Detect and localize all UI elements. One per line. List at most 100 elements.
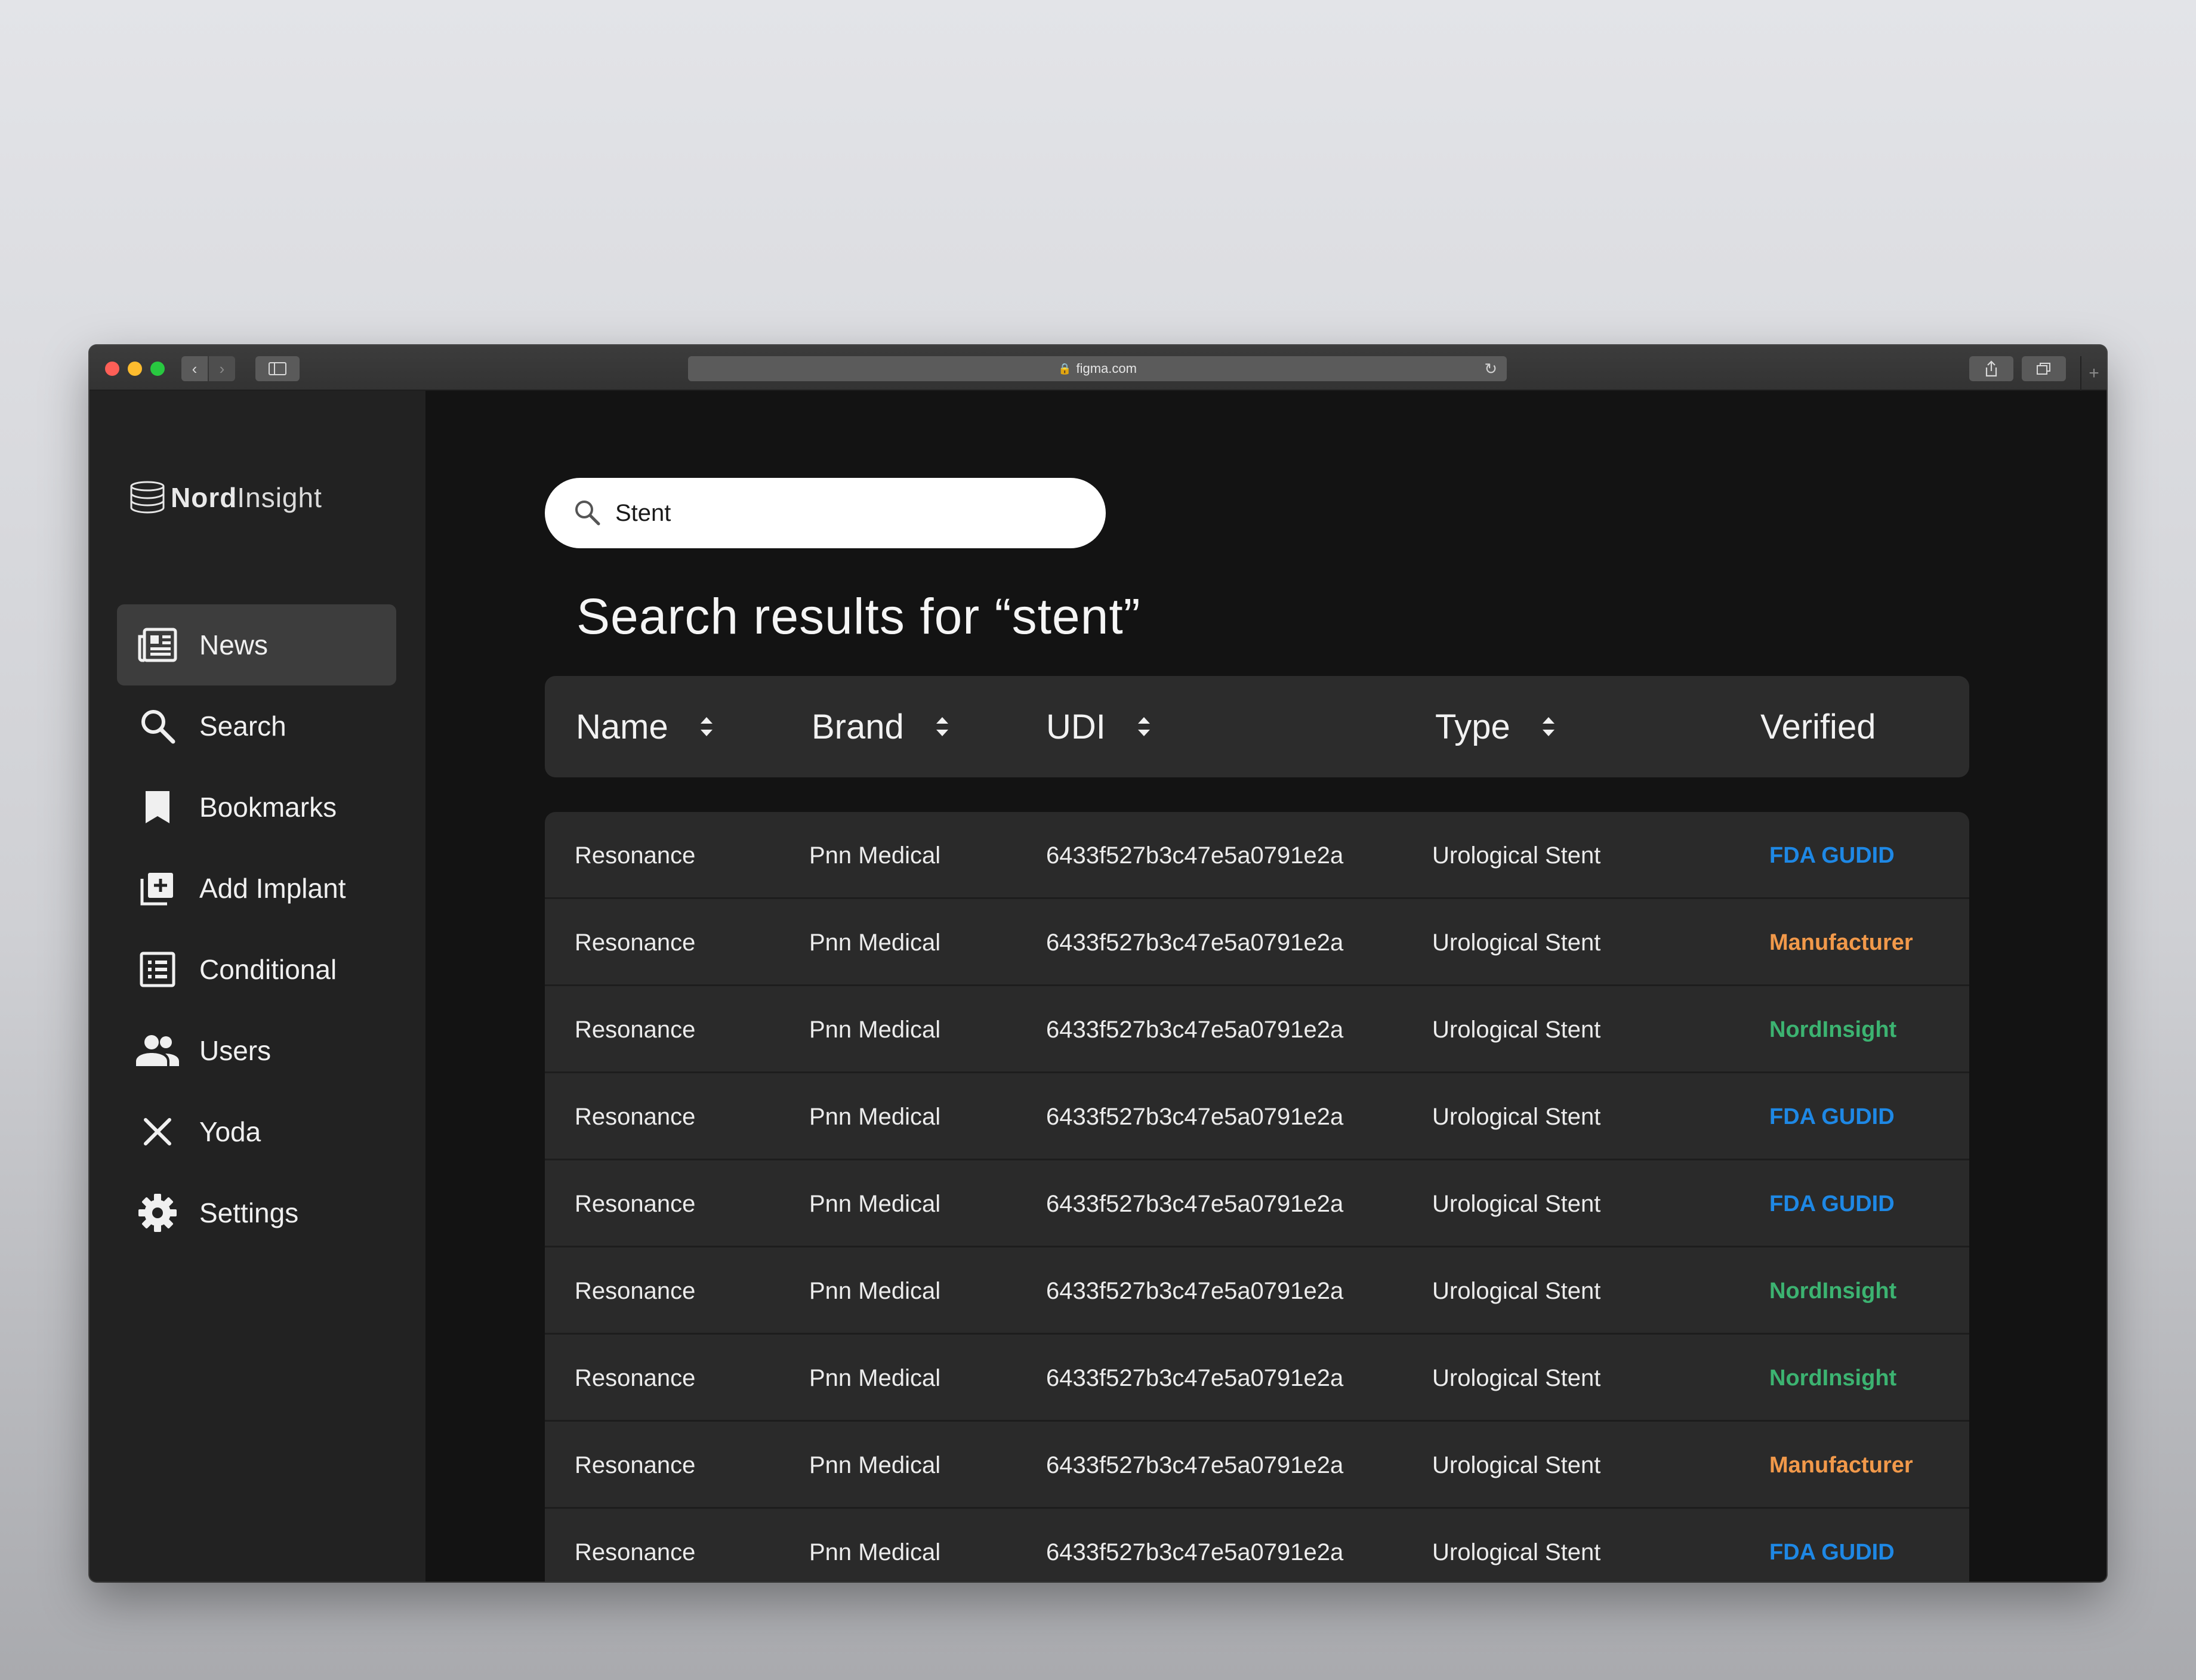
cell-verified: Manufacturer	[1769, 1452, 1913, 1478]
cell-name: Resonance	[575, 1277, 696, 1304]
cell-brand: Pnn Medical	[809, 1190, 941, 1217]
column-header-name[interactable]: Name	[576, 676, 714, 777]
sidebar-item-label: Bookmarks	[199, 792, 337, 823]
sidebar: Nord Insight News Search Bookmarks Add I…	[90, 391, 425, 1582]
cell-type: Urological Stent	[1432, 929, 1601, 956]
table-row[interactable]: Resonance Pnn Medical 6433f527b3c47e5a0791…	[545, 1160, 1969, 1247]
table-row[interactable]: Resonance Pnn Medical 6433f527b3c47e5a0791…	[545, 1247, 1969, 1335]
cell-brand: Pnn Medical	[809, 929, 941, 956]
sidebar-item-add-implant[interactable]: Add Implant	[117, 848, 396, 929]
column-header-type[interactable]: Type	[1435, 676, 1556, 777]
gear-icon	[135, 1190, 180, 1236]
cell-udi: 6433f527b3c47e5a0791e2a	[1046, 842, 1344, 869]
cell-verified: NordInsight	[1769, 1365, 1897, 1391]
cell-type: Urological Stent	[1432, 842, 1601, 869]
sidebar-item-label: Add Implant	[199, 873, 346, 904]
sort-icon[interactable]	[1137, 715, 1151, 738]
cell-type: Urological Stent	[1432, 1277, 1601, 1304]
reload-icon[interactable]: ↻	[1484, 360, 1497, 378]
column-header-udi[interactable]: UDI	[1046, 676, 1151, 777]
column-header-label: Brand	[812, 707, 904, 746]
bookmark-icon	[135, 785, 180, 830]
tabs-overview-button[interactable]	[2022, 356, 2066, 381]
sidebar-item-settings[interactable]: Settings	[117, 1172, 396, 1253]
minimize-window-button[interactable]	[128, 362, 142, 376]
search-bar[interactable]	[545, 478, 1106, 548]
share-button[interactable]	[1969, 356, 2013, 381]
cell-udi: 6433f527b3c47e5a0791e2a	[1046, 1016, 1344, 1043]
table-row[interactable]: Resonance Pnn Medical 6433f527b3c47e5a0791…	[545, 1073, 1969, 1160]
cell-brand: Pnn Medical	[809, 1277, 941, 1304]
users-icon	[135, 1028, 180, 1073]
lock-icon: 🔒	[1058, 362, 1072, 375]
cell-verified: FDA GUDID	[1769, 1191, 1895, 1216]
cell-type: Urological Stent	[1432, 1539, 1601, 1565]
cell-name: Resonance	[575, 1016, 696, 1043]
new-tab-button[interactable]: +	[2080, 356, 2106, 391]
cell-verified: FDA GUDID	[1769, 1539, 1895, 1565]
cell-udi: 6433f527b3c47e5a0791e2a	[1046, 929, 1344, 956]
cell-verified: NordInsight	[1769, 1017, 1897, 1042]
cell-name: Resonance	[575, 1190, 696, 1217]
column-header-brand[interactable]: Brand	[812, 676, 949, 777]
cell-verified: NordInsight	[1769, 1278, 1897, 1304]
sort-icon[interactable]	[699, 715, 714, 738]
sidebar-item-search[interactable]: Search	[117, 685, 396, 767]
share-icon	[1985, 360, 1997, 377]
cell-brand: Pnn Medical	[809, 1539, 941, 1565]
chevron-left-icon: ‹	[192, 359, 198, 378]
table-row[interactable]: Resonance Pnn Medical 6433f527b3c47e5a0791…	[545, 899, 1969, 986]
sidebar-item-yoda[interactable]: Yoda	[117, 1091, 396, 1172]
search-icon	[135, 703, 180, 749]
table-row[interactable]: Resonance Pnn Medical 6433f527b3c47e5a0791…	[545, 812, 1969, 899]
browser-window: ‹ › 🔒 figma.com ↻ + Nord Insight News Se…	[90, 345, 2106, 1582]
search-input[interactable]	[615, 499, 1069, 527]
sort-icon[interactable]	[1541, 715, 1556, 738]
plus-icon: +	[2089, 363, 2099, 383]
cell-name: Resonance	[575, 929, 696, 956]
back-button[interactable]: ‹	[181, 356, 208, 381]
table-row[interactable]: Resonance Pnn Medical 6433f527b3c47e5a0791…	[545, 1422, 1969, 1509]
sort-icon[interactable]	[935, 715, 949, 738]
column-header-verified: Verified	[1760, 676, 1876, 777]
cell-udi: 6433f527b3c47e5a0791e2a	[1046, 1364, 1344, 1391]
cell-brand: Pnn Medical	[809, 1364, 941, 1391]
cell-name: Resonance	[575, 1364, 696, 1391]
app-logo[interactable]: Nord Insight	[129, 480, 322, 515]
sidebar-item-users[interactable]: Users	[117, 1010, 396, 1091]
sidebar-item-label: Yoda	[199, 1116, 261, 1147]
table-row[interactable]: Resonance Pnn Medical 6433f527b3c47e5a0791…	[545, 986, 1969, 1073]
address-bar[interactable]: 🔒 figma.com ↻	[688, 356, 1507, 381]
sidebar-item-label: Settings	[199, 1197, 299, 1228]
close-window-button[interactable]	[105, 362, 119, 376]
results-table-body: Resonance Pnn Medical 6433f527b3c47e5a0791…	[545, 812, 1969, 1582]
sidebar-toggle-button[interactable]	[255, 356, 300, 381]
column-header-label: UDI	[1046, 707, 1106, 746]
maximize-window-button[interactable]	[150, 362, 165, 376]
logo-text-light: Insight	[237, 482, 322, 513]
sidebar-item-label: Search	[199, 711, 286, 742]
search-icon	[573, 499, 602, 527]
list-icon	[135, 947, 180, 992]
table-row[interactable]: Resonance Pnn Medical 6433f527b3c47e5a0791…	[545, 1335, 1969, 1422]
cell-udi: 6433f527b3c47e5a0791e2a	[1046, 1277, 1344, 1304]
forward-button[interactable]: ›	[209, 356, 235, 381]
cell-type: Urological Stent	[1432, 1452, 1601, 1478]
column-header-label: Name	[576, 707, 668, 746]
table-row[interactable]: Resonance Pnn Medical 6433f527b3c47e5a0791…	[545, 1509, 1969, 1582]
cell-brand: Pnn Medical	[809, 1103, 941, 1130]
logo-text-bold: Nord	[171, 482, 238, 513]
main-content: Search results for “stent” Name Brand UD…	[425, 391, 2106, 1582]
cell-udi: 6433f527b3c47e5a0791e2a	[1046, 1452, 1344, 1478]
sidebar-item-conditional[interactable]: Conditional	[117, 929, 396, 1010]
cell-verified: FDA GUDID	[1769, 842, 1895, 868]
cell-name: Resonance	[575, 1103, 696, 1130]
cell-type: Urological Stent	[1432, 1016, 1601, 1043]
cell-verified: Manufacturer	[1769, 929, 1913, 955]
column-header-label: Type	[1435, 707, 1510, 746]
sidebar-item-label: Conditional	[199, 954, 337, 985]
chevron-right-icon: ›	[219, 359, 225, 378]
sidebar-item-news[interactable]: News	[117, 604, 396, 685]
url-text: figma.com	[1076, 361, 1137, 376]
sidebar-item-bookmarks[interactable]: Bookmarks	[117, 767, 396, 848]
